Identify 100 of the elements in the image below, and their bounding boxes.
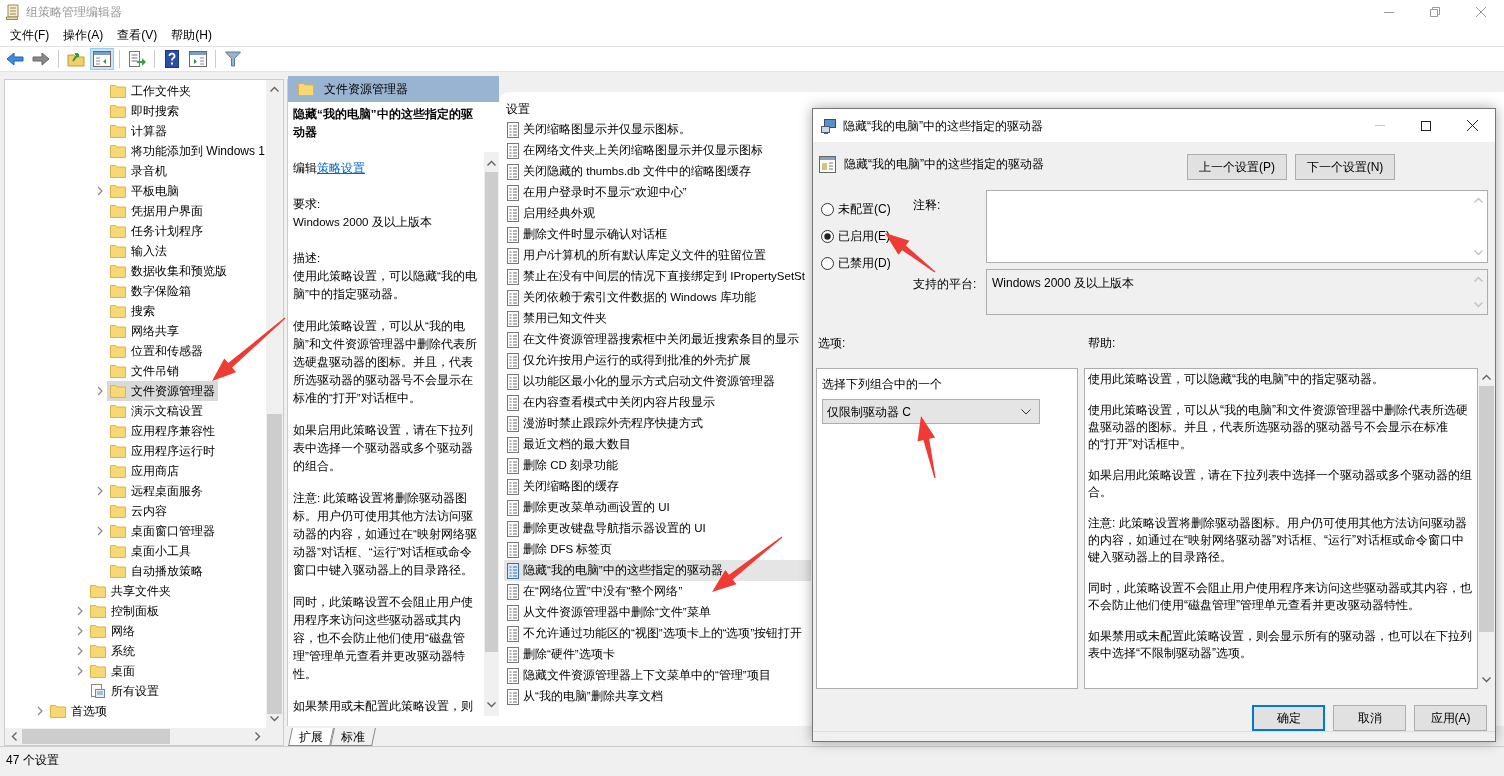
setting-item[interactable]: 从“我的电脑”删除共享文档: [504, 686, 811, 707]
folder-icon: [110, 484, 126, 498]
tree-item[interactable]: 系统: [87, 641, 138, 661]
expand-chevron-icon[interactable]: [75, 626, 85, 636]
close-icon: [1476, 7, 1486, 17]
tree-item[interactable]: 演示文稿设置: [107, 401, 206, 421]
comment-field[interactable]: [986, 190, 1488, 263]
tree-item[interactable]: 桌面: [87, 661, 138, 681]
tree-item[interactable]: 所有设置: [87, 681, 162, 701]
radio-icon: [821, 229, 834, 243]
setting-item[interactable]: 删除 CD 刻录功能: [504, 455, 811, 476]
setting-item[interactable]: 删除 DFS 标签页: [504, 539, 811, 560]
tree-item[interactable]: 将功能添加到 Windows 1: [107, 141, 266, 161]
description-paragraph: 注意: 此策略设置将删除驱动器图标。用户仍可使用其他方法访问驱动器的内容，如通过在“映射网络驱动器”对话框、“运行”对话框或命令窗口中键入驱动器上的目录路径。: [293, 491, 478, 578]
tree-item[interactable]: 即时搜索: [107, 101, 182, 121]
setting-item[interactable]: 在文件资源管理器搜索框中关闭最近搜索条目的显示: [504, 329, 811, 350]
setting-item[interactable]: 不允许通过功能区的“视图”选项卡上的“选项”按钮打开: [504, 623, 811, 644]
setting-item[interactable]: 在网络文件夹上关闭缩略图显示并仅显示图标: [504, 140, 811, 161]
tree-item[interactable]: 远程桌面服务: [107, 481, 206, 501]
menu-item[interactable]: 文件(F): [3, 24, 57, 46]
nav-button[interactable]: 上一个设置(P): [1187, 154, 1287, 180]
dialog-button[interactable]: 确定: [1252, 705, 1325, 731]
folder-icon: [90, 604, 106, 618]
policy-settings-link[interactable]: 策略设置: [317, 162, 365, 174]
tree-item[interactable]: 控制面板: [87, 601, 162, 621]
vertical-scrollbar[interactable]: [266, 80, 283, 728]
setting-item[interactable]: 隐藏“我的电脑”中的这些指定的驱动器: [504, 560, 811, 581]
tree-item[interactable]: 文件吊销: [107, 361, 182, 381]
dialog-button[interactable]: 取消: [1333, 705, 1406, 731]
dialog-button[interactable]: 应用(A): [1414, 705, 1487, 731]
toolbar-button[interactable]: [186, 48, 210, 70]
setting-item[interactable]: 禁止在没有中间层的情况下直接绑定到 IPropertySetSt: [504, 266, 811, 287]
policy-document-icon: [506, 520, 520, 537]
menu-item[interactable]: 查看(V): [110, 24, 165, 46]
setting-item[interactable]: 在内容查看模式中关闭内容片段显示: [504, 392, 811, 413]
setting-item[interactable]: 在“网络位置”中没有“整个网络”: [504, 581, 811, 602]
tree-item[interactable]: 网络共享: [107, 321, 182, 341]
view-tab[interactable]: 标准: [330, 728, 376, 746]
tree-item[interactable]: 应用程序运行时: [107, 441, 218, 461]
setting-item[interactable]: 最近文档的最大数目: [504, 434, 811, 455]
vertical-scrollbar[interactable]: [484, 152, 499, 716]
setting-item[interactable]: 隐藏文件资源管理器上下文菜单中的“管理”项目: [504, 665, 811, 686]
expand-chevron-icon[interactable]: [95, 386, 105, 396]
tree-item[interactable]: 首选项: [47, 701, 110, 721]
expand-chevron-icon[interactable]: [95, 186, 105, 196]
tree-item[interactable]: 位置和传感器: [107, 341, 206, 361]
tree-item[interactable]: 录音机: [107, 161, 170, 181]
policy-document-icon: [506, 163, 520, 180]
tree-item[interactable]: 数字保险箱: [107, 281, 194, 301]
tree-item[interactable]: 数据收集和预览版: [107, 261, 230, 281]
setting-item[interactable]: 关闭隐藏的 thumbs.db 文件中的缩略图缓存: [504, 161, 811, 182]
view-tab[interactable]: 扩展: [288, 728, 334, 746]
setting-item[interactable]: 漫游时禁止跟踪外壳程序快捷方式: [504, 413, 811, 434]
radio-option[interactable]: 已禁用(D): [821, 254, 913, 272]
setting-item[interactable]: 以功能区最小化的显示方式启动文件资源管理器: [504, 371, 811, 392]
tree-item[interactable]: 任务计划程序: [107, 221, 206, 241]
tree-item[interactable]: 应用商店: [107, 461, 182, 481]
tree-item[interactable]: 工作文件夹: [107, 81, 194, 101]
setting-item[interactable]: 启用经典外观: [504, 203, 811, 224]
expand-chevron-icon[interactable]: [75, 666, 85, 676]
setting-item[interactable]: 仅允许按用户运行的或得到批准的外壳扩展: [504, 350, 811, 371]
horizontal-scrollbar[interactable]: [5, 728, 283, 745]
radio-option[interactable]: 未配置(C): [821, 200, 913, 218]
tree-item[interactable]: 网络: [87, 621, 138, 641]
setting-item[interactable]: 关闭依赖于索引文件数据的 Windows 库功能: [504, 287, 811, 308]
tree-item[interactable]: 搜索: [107, 301, 158, 321]
expand-chevron-icon[interactable]: [35, 706, 45, 716]
tree-item[interactable]: 输入法: [107, 241, 170, 261]
tree-item[interactable]: 桌面小工具: [107, 541, 194, 561]
toolbar-button[interactable]: [90, 48, 114, 70]
setting-item[interactable]: 关闭缩略图显示并仅显示图标。: [504, 119, 811, 140]
setting-item[interactable]: 在用户登录时不显示“欢迎中心”: [504, 182, 811, 203]
tree-item[interactable]: 云内容: [107, 501, 170, 521]
tree-item[interactable]: 凭据用户界面: [107, 201, 206, 221]
setting-item[interactable]: 删除文件时显示确认对话框: [504, 224, 811, 245]
tree-item[interactable]: 桌面窗口管理器: [107, 521, 218, 541]
drive-dropdown[interactable]: 仅限制驱动器 C: [822, 399, 1040, 424]
tree-item[interactable]: 应用程序兼容性: [107, 421, 218, 441]
menu-item[interactable]: 操作(A): [56, 24, 111, 46]
setting-item[interactable]: 删除“硬件”选项卡: [504, 644, 811, 665]
setting-item[interactable]: 删除更改键盘导航指示器设置的 UI: [504, 518, 811, 539]
folder-icon: [110, 544, 126, 558]
dropdown-caret-icon: [1021, 408, 1031, 415]
expand-chevron-icon[interactable]: [95, 526, 105, 536]
menu-item[interactable]: 帮助(H): [164, 24, 219, 46]
tree-item[interactable]: 平板电脑: [107, 181, 182, 201]
setting-item[interactable]: 删除更改菜单动画设置的 UI: [504, 497, 811, 518]
setting-item[interactable]: 禁用已知文件夹: [504, 308, 811, 329]
setting-item[interactable]: 从文件资源管理器中删除“文件”菜单: [504, 602, 811, 623]
nav-button[interactable]: 下一个设置(N): [1295, 154, 1395, 180]
expand-chevron-icon[interactable]: [95, 486, 105, 496]
expand-chevron-icon[interactable]: [75, 606, 85, 616]
tree-item[interactable]: 自动播放策略: [107, 561, 206, 581]
setting-item[interactable]: 关闭缩略图的缓存: [504, 476, 811, 497]
expand-chevron-icon[interactable]: [75, 646, 85, 656]
tree-item[interactable]: 共享文件夹: [87, 581, 174, 601]
tree-item[interactable]: 计算器: [107, 121, 170, 141]
setting-item[interactable]: 用户/计算机的所有默认库定义文件的驻留位置: [504, 245, 811, 266]
tree-item[interactable]: 文件资源管理器: [107, 381, 218, 401]
help-paragraph: 如果启用此策略设置，请在下拉列表中选择一个驱动器或多个驱动器的组合。: [1088, 467, 1473, 501]
